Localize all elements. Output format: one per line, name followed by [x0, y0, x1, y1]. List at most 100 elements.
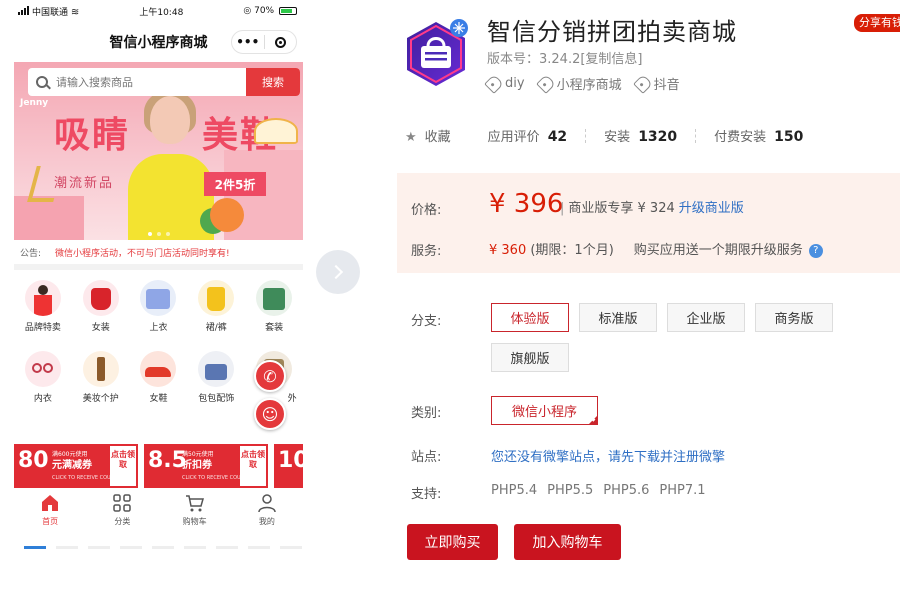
bag-accessory-icon: [198, 351, 235, 387]
coupon-amount: 8.5: [148, 448, 187, 473]
upgrade-business-link[interactable]: 升级商业版: [679, 201, 744, 216]
category-item-bag-accessory[interactable]: 包包配饰: [187, 351, 245, 419]
suit-icon: [256, 280, 293, 316]
women-shoes-icon: [140, 351, 177, 387]
search-icon: [36, 76, 48, 88]
app-stats: ★ 收藏 应用评价 42 安装 1320 付费安装 150: [405, 126, 803, 145]
version-info[interactable]: 版本号：3.24.2[复制信息]: [487, 48, 643, 67]
price-label: 价格:: [411, 203, 442, 218]
mini-program-title: 智信小程序商城: [109, 35, 208, 51]
carrier-name: 中国联通: [32, 7, 69, 18]
edition-option-enterprise[interactable]: 企业版: [667, 303, 745, 332]
category-item-skirt-pants[interactable]: 裙/裤: [187, 280, 245, 348]
coupon-card[interactable]: 8.5 满50元使用 折扣券 CLICK TO RECEIVE COUPONS 点击…: [144, 444, 268, 488]
home-icon: [42, 495, 59, 511]
tab-cart[interactable]: 购物车: [159, 488, 231, 532]
mini-search-button[interactable]: 搜索: [246, 68, 300, 96]
coupon-get-button[interactable]: 点击领取: [110, 446, 136, 486]
add-to-cart-button[interactable]: 加入购物车: [514, 524, 621, 560]
support-label: 支持:: [411, 487, 442, 502]
customer-service-button[interactable]: ☺: [254, 398, 286, 430]
service-label: 服务:: [411, 244, 442, 259]
coupon-card[interactable]: 80 满600元使用 元满减券 CLICK TO RECEIVE COUPONS 点…: [14, 444, 138, 488]
buy-now-button[interactable]: 立即购买: [407, 524, 498, 560]
category-option-wechat[interactable]: 微信小程序: [491, 396, 598, 425]
women-clothing-icon: [82, 280, 119, 316]
flower-decoration: [210, 198, 244, 232]
php-version: PHP5.6: [603, 483, 650, 498]
share-earn-badge[interactable]: 分享有钱: [854, 14, 900, 32]
tab-mine[interactable]: 我的: [231, 488, 303, 532]
coupon-amount: 10: [278, 448, 303, 473]
category-item-cosmetics[interactable]: 美妆个护: [72, 351, 130, 419]
next-preview-button[interactable]: [316, 250, 360, 294]
top-icon: [140, 280, 177, 316]
coupon-card[interactable]: 10: [274, 444, 303, 488]
paid-install-stat: 付费安装 150: [714, 129, 804, 145]
service-gift: 购买应用送一个期限升级服务: [633, 243, 803, 258]
cart-icon: [185, 495, 204, 512]
service-price: ¥ 360: [489, 243, 527, 258]
tab-category[interactable]: 分类: [86, 488, 158, 532]
php-version: PHP5.4: [491, 483, 538, 498]
brand-sale-icon: [24, 280, 61, 316]
notice-bar: 公告: 微信小程序活动，不可与门店活动同时享有!: [14, 240, 303, 270]
category-item-brand-sale[interactable]: 品牌特卖: [14, 280, 72, 348]
register-site-link[interactable]: 您还没有微擎站点，请先下载并注册微擎: [491, 446, 725, 465]
category-item-underwear[interactable]: 内衣: [14, 351, 72, 419]
rating-stat[interactable]: 应用评价 42: [488, 126, 568, 145]
mini-program-navbar: 智信小程序商城 •••: [14, 22, 303, 62]
edition-option-business[interactable]: 商务版: [755, 303, 833, 332]
help-icon[interactable]: ?: [808, 243, 823, 258]
battery-info: ◎ 70%: [243, 6, 297, 16]
banner-indicator: [14, 232, 303, 236]
skirt-pants-icon: [198, 280, 235, 316]
tag-icon: [484, 73, 504, 94]
coupon-get-button[interactable]: 点击领取: [240, 446, 266, 486]
mini-program-preview: 中国联通 ≋ 上午10:48 ◎ 70% 智信小程序商城 ••• Jenny 吸…: [14, 0, 303, 560]
tag-item[interactable]: diy: [484, 73, 525, 94]
coupon-amount: 80: [18, 448, 49, 473]
signal-icon: [18, 5, 29, 15]
tag-item[interactable]: 小程序商城: [535, 73, 622, 94]
underwear-icon: [24, 351, 61, 387]
sneaker-image: [254, 118, 298, 144]
user-icon: [258, 494, 276, 513]
notice-text[interactable]: 微信小程序活动，不可与门店活动同时享有!: [55, 246, 230, 259]
category-grid: 品牌特卖 女装 上衣 裙/裤 套装 内衣 美妆个护 女鞋 包包配饰 外: [14, 270, 303, 422]
tab-home[interactable]: 首页: [14, 488, 86, 532]
mini-search-bar: 搜索: [28, 68, 300, 96]
service-period: (期限：1个月): [530, 243, 614, 258]
wifi-icon: ≋: [70, 6, 80, 18]
edition-option-trial[interactable]: 体验版: [491, 303, 569, 332]
preview-page-indicator: [24, 546, 302, 549]
edition-option-standard[interactable]: 标准版: [579, 303, 657, 332]
more-button[interactable]: •••: [232, 35, 264, 49]
category-item-women-shoes[interactable]: 女鞋: [130, 351, 188, 419]
star-icon: ★: [405, 130, 417, 145]
phone-call-button[interactable]: ✆: [254, 360, 286, 392]
close-mini-program-button[interactable]: [265, 35, 297, 49]
business-price: | 商业版专享 ¥ 324 升级商业版: [560, 201, 744, 216]
category-item-women-clothing[interactable]: 女装: [72, 280, 130, 348]
install-stat: 安装 1320: [604, 129, 678, 145]
mini-search-input[interactable]: [56, 75, 246, 89]
banner-headline-left: 吸睛: [54, 115, 131, 156]
edition-label: 分支:: [411, 314, 442, 329]
status-bar: 中国联通 ≋ 上午10:48 ◎ 70%: [14, 0, 303, 22]
php-version: PHP5.5: [547, 483, 594, 498]
tag-list: diy 小程序商城 抖音: [484, 73, 680, 94]
tag-item[interactable]: 抖音: [632, 73, 680, 94]
coupon-condition: 满50元使用: [182, 451, 214, 458]
php-version: PHP7.1: [659, 483, 706, 498]
battery-icon: [279, 6, 297, 15]
notice-label: 公告:: [20, 248, 42, 259]
promo-banner[interactable]: Jenny 吸睛 美鞋 潮流新品 2件5折 搜索: [14, 62, 303, 240]
category-item-suit[interactable]: 套装: [245, 280, 303, 348]
category-item-top[interactable]: 上衣: [130, 280, 188, 348]
cosmetics-icon: [82, 351, 119, 387]
tag-icon: [535, 73, 556, 94]
favorite-button[interactable]: ★ 收藏: [405, 126, 451, 145]
edition-option-flagship[interactable]: 旗舰版: [491, 343, 569, 372]
tag-icon: [632, 73, 653, 94]
